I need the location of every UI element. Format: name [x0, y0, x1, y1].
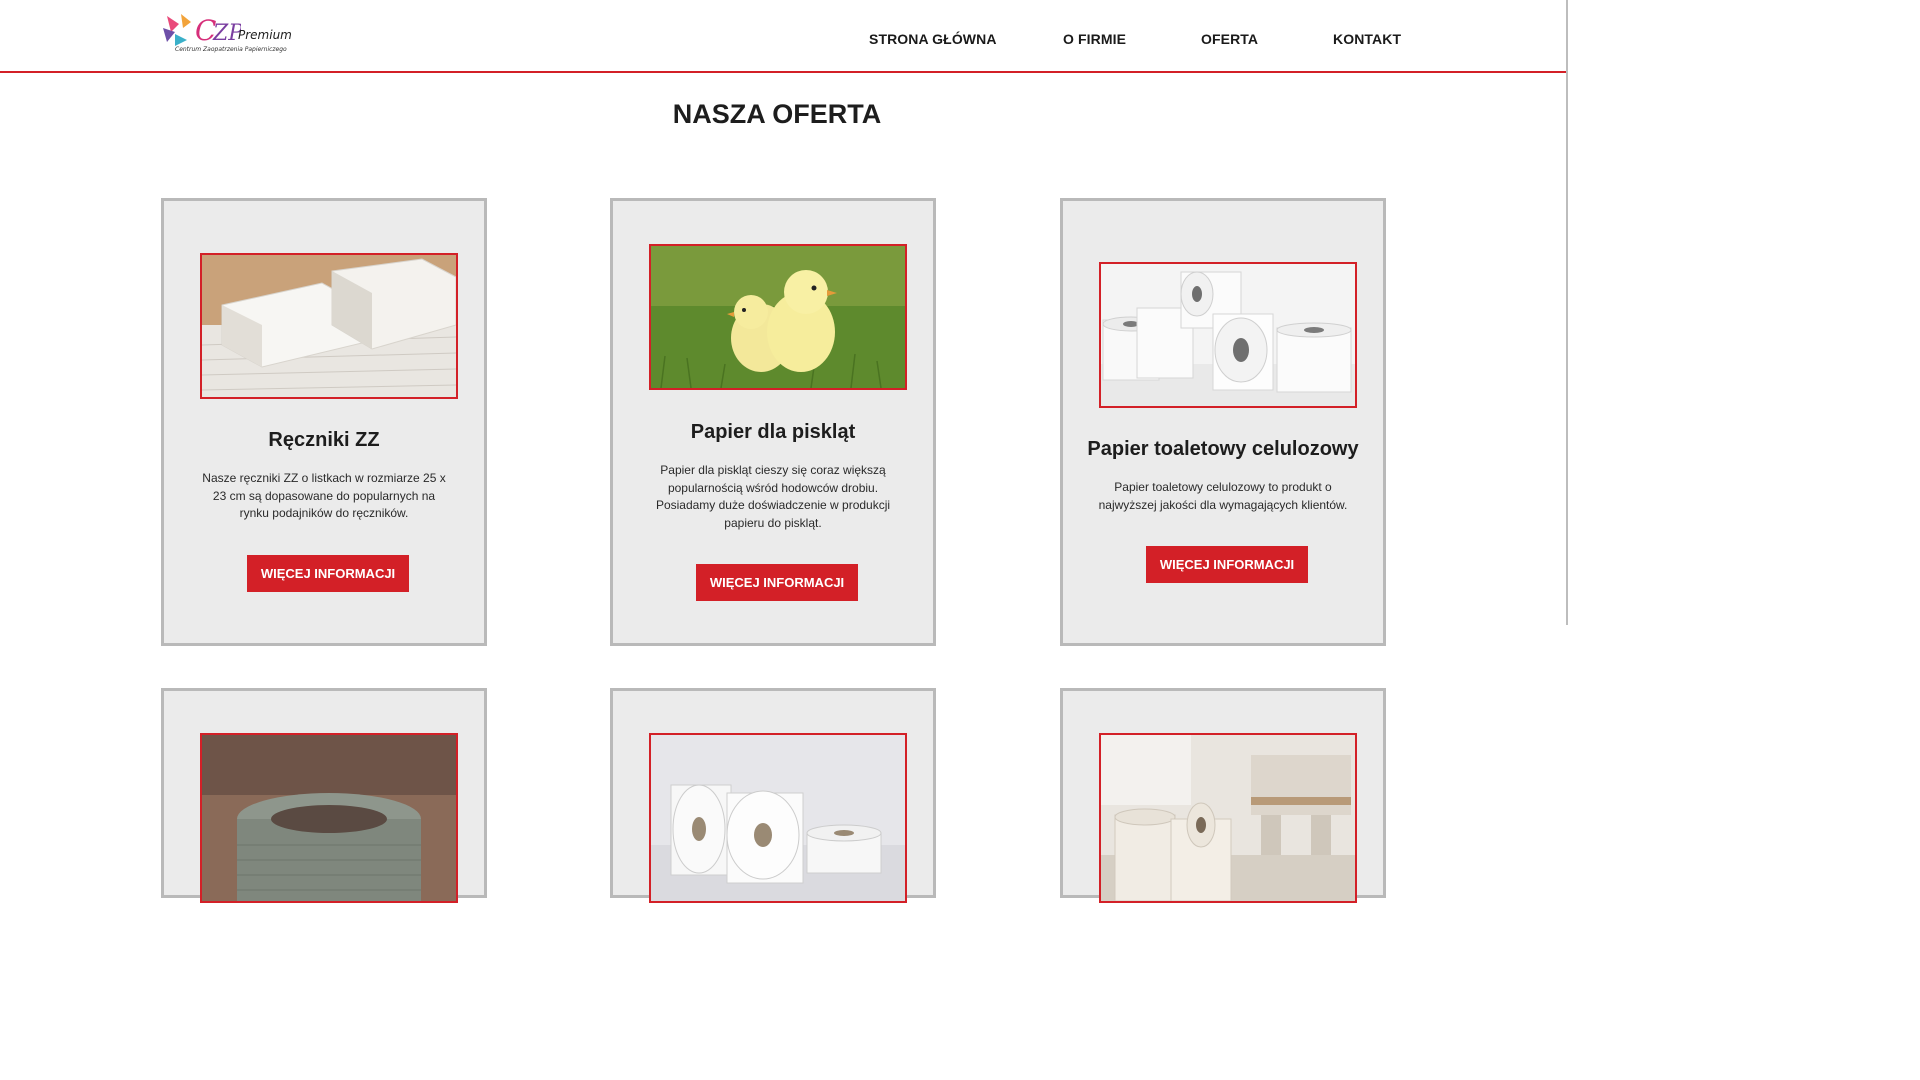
product-image-toilet-paper[interactable] [1099, 262, 1357, 408]
nav-oferta[interactable]: OFERTA [1201, 31, 1258, 47]
page-title: NASZA OFERTA [672, 99, 882, 129]
site-logo[interactable]: C ZP Premium Centrum Zaopatrzenia Papier… [161, 10, 292, 56]
card-title: Papier toaletowy celulozowy [1087, 438, 1359, 460]
offer-card: Papier dla piskląt Papier dla piskląt ci… [610, 198, 936, 646]
card-title: Papier dla piskląt [690, 421, 856, 443]
more-info-button[interactable]: WIĘCEJ INFORMACJI [696, 564, 858, 601]
product-image-jumbo-rolls[interactable] [649, 733, 907, 903]
offer-card [161, 688, 487, 903]
card-description: Papier toaletowy celulozowy to produkt o… [1098, 480, 1348, 512]
nav-strona-glowna[interactable]: STRONA GŁÓWNA [869, 31, 997, 47]
scrollbar[interactable] [1566, 0, 1568, 625]
offer-card [610, 688, 936, 903]
nav-kontakt[interactable]: KONTAKT [1333, 31, 1401, 47]
site-header: C ZP Premium Centrum Zaopatrzenia Papier… [0, 0, 1568, 73]
logo-subtitle: Centrum Zaopatrzenia Papierniczego [175, 46, 287, 53]
svg-text:ZP: ZP [212, 21, 241, 46]
offer-card [1060, 688, 1386, 903]
card-title: Ręczniki ZZ [268, 429, 380, 451]
logo-premium-text: Premium [238, 28, 292, 42]
card-description: Nasze ręczniki ZZ o listkach w rozmiarze… [202, 471, 446, 520]
more-info-button[interactable]: WIĘCEJ INFORMACJI [247, 555, 409, 592]
card-description: Papier dla piskląt cieszy się coraz więk… [655, 463, 891, 530]
product-image-grey-paper-roll[interactable] [200, 733, 458, 903]
more-info-button[interactable]: WIĘCEJ INFORMACJI [1146, 546, 1308, 583]
offer-card: Papier toaletowy celulozowy Papier toale… [1060, 198, 1386, 646]
nav-o-firmie[interactable]: O FIRMIE [1063, 31, 1126, 47]
product-image-paper-towels[interactable] [200, 253, 458, 399]
product-image-kitchen-rolls[interactable] [1099, 733, 1357, 903]
offer-card: Ręczniki ZZ Nasze ręczniki ZZ o listkach… [161, 198, 487, 646]
product-image-chicks[interactable] [649, 244, 907, 390]
